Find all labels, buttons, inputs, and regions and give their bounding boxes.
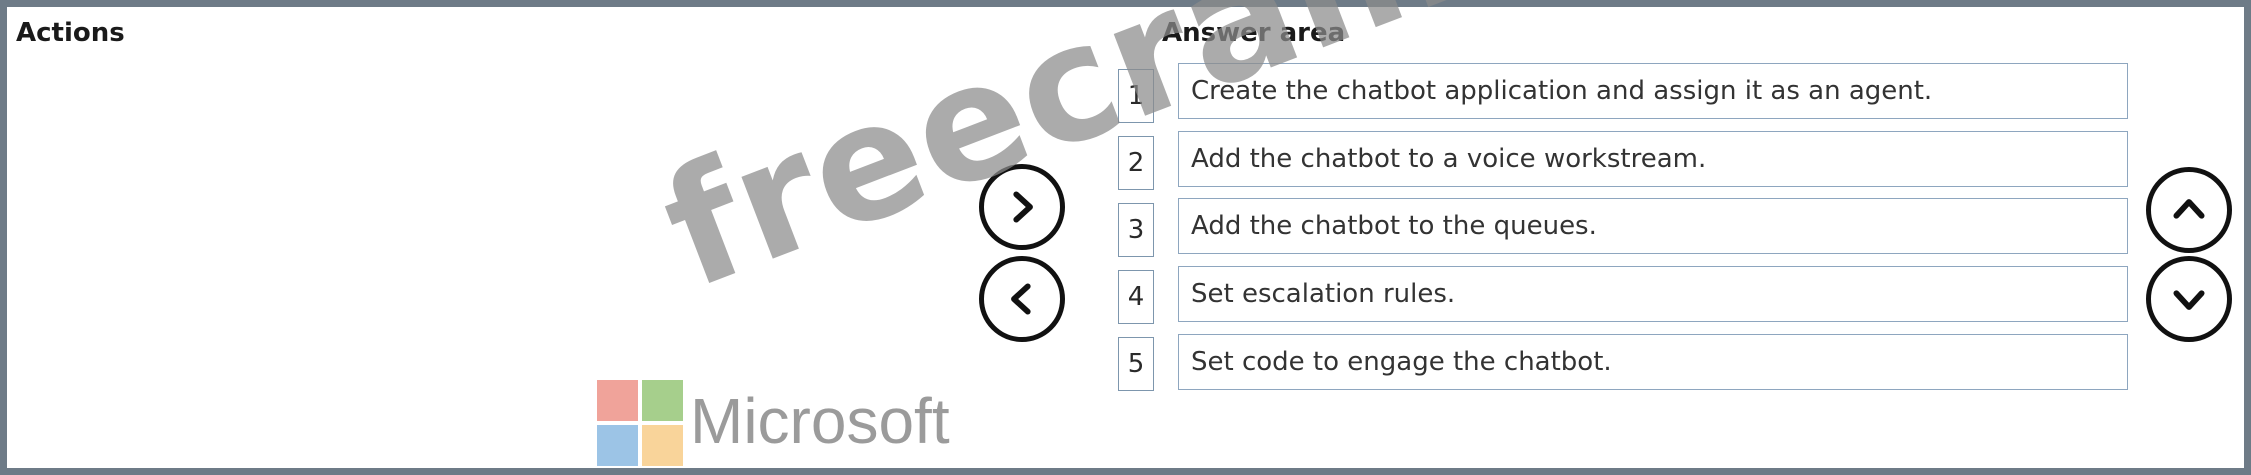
chevron-up-icon bbox=[2173, 199, 2205, 219]
answer-number: 2 bbox=[1118, 136, 1154, 190]
answer-item[interactable]: Set escalation rules. bbox=[1178, 266, 2128, 322]
answer-number: 5 bbox=[1118, 337, 1154, 391]
move-down-button[interactable] bbox=[2146, 256, 2232, 342]
answer-item[interactable]: Add the chatbot to a voice workstream. bbox=[1178, 131, 2128, 187]
chevron-left-icon bbox=[1011, 283, 1031, 315]
move-left-button[interactable] bbox=[979, 256, 1065, 342]
chevron-right-icon bbox=[1013, 191, 1033, 223]
microsoft-wordmark: Microsoft bbox=[690, 385, 950, 457]
answer-number: 1 bbox=[1118, 69, 1154, 123]
actions-heading: Actions bbox=[16, 18, 125, 48]
answer-item[interactable]: Add the chatbot to the queues. bbox=[1178, 198, 2128, 254]
microsoft-logo-icon bbox=[597, 380, 683, 466]
answer-number: 4 bbox=[1118, 270, 1154, 324]
move-right-button[interactable] bbox=[979, 164, 1065, 250]
answer-item[interactable]: Set code to engage the chatbot. bbox=[1178, 334, 2128, 390]
answer-item[interactable]: Create the chatbot application and assig… bbox=[1178, 63, 2128, 119]
answer-number: 3 bbox=[1118, 203, 1154, 257]
move-up-button[interactable] bbox=[2146, 167, 2232, 253]
answer-area-heading: Answer area bbox=[1162, 18, 1346, 48]
chevron-down-icon bbox=[2173, 290, 2205, 310]
